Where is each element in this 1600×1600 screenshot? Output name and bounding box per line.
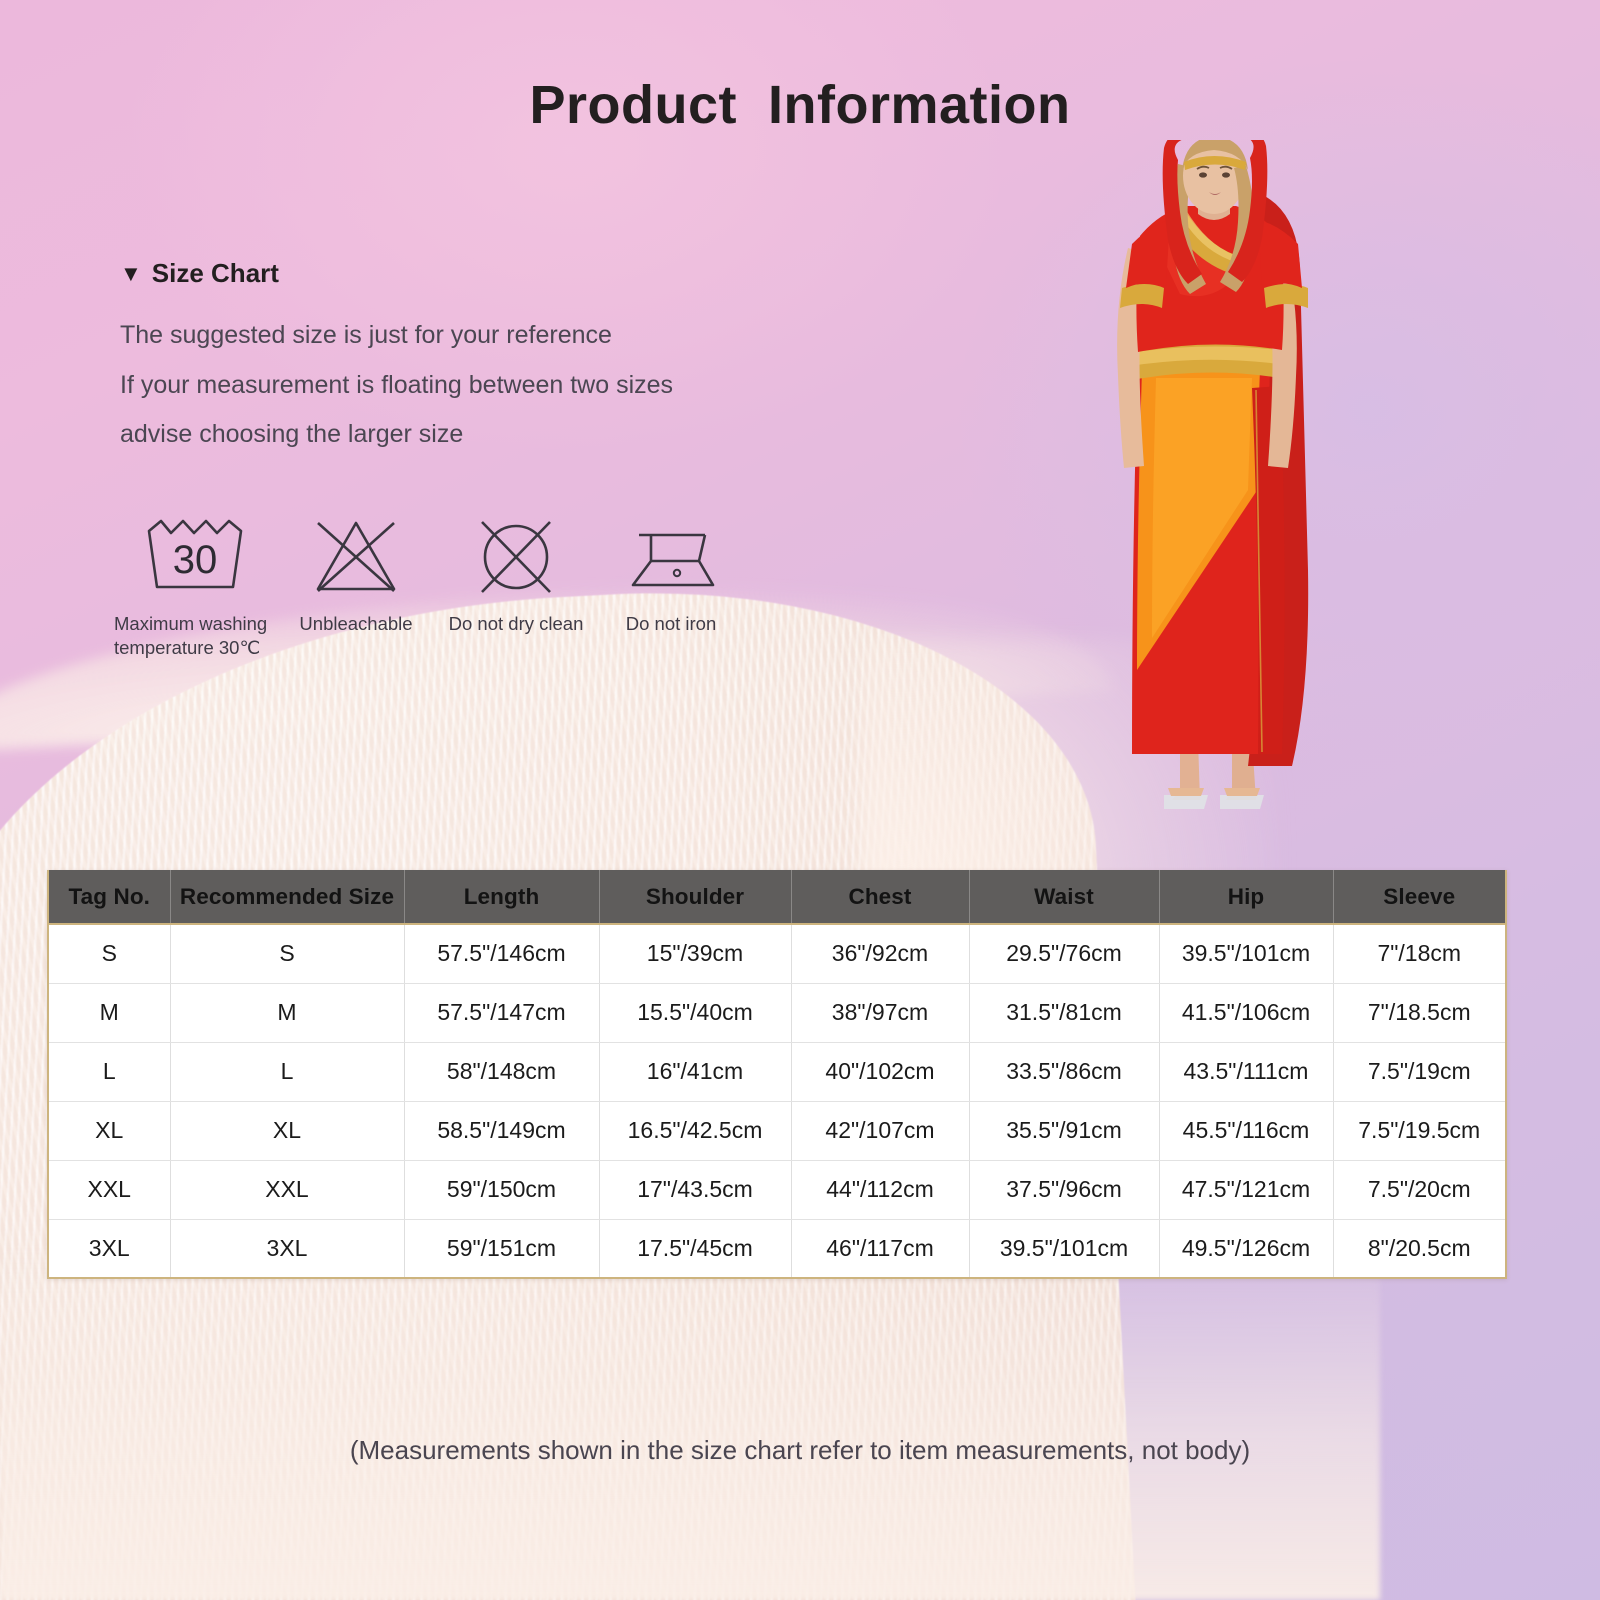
table-row: L L 58"/148cm 16"/41cm 40"/102cm 33.5"/8… xyxy=(48,1042,1506,1102)
cell-chest: 44"/112cm xyxy=(791,1160,970,1220)
table-row: S S 57.5"/146cm 15"/39cm 36"/92cm 29.5"/… xyxy=(48,924,1506,984)
wash-tub-30-icon: 30 xyxy=(139,516,255,598)
cell-shoulder: 17.5"/45cm xyxy=(599,1219,792,1278)
cell-rec-size: L xyxy=(170,1042,405,1102)
cell-hip: 47.5"/121cm xyxy=(1159,1160,1334,1220)
care-symbol-bleach: Unbleachable xyxy=(276,516,436,636)
cell-chest: 36"/92cm xyxy=(791,924,970,984)
cell-hip: 45.5"/116cm xyxy=(1159,1101,1334,1161)
cell-length: 59"/151cm xyxy=(404,1219,600,1278)
care-symbol-dryclean: Do not dry clean xyxy=(436,516,596,636)
cell-waist: 29.5"/76cm xyxy=(969,924,1160,984)
care-symbol-wash-label: Maximum washing temperature 30℃ xyxy=(114,613,268,658)
cell-sleeve: 7"/18cm xyxy=(1333,924,1506,984)
table-header-recommended-size: Recommended Size xyxy=(170,870,405,924)
cell-tag-no: S xyxy=(48,924,171,984)
table-row: XXL XXL 59"/150cm 17"/43.5cm 44"/112cm 3… xyxy=(48,1160,1506,1220)
cell-waist: 35.5"/91cm xyxy=(969,1101,1160,1161)
cell-shoulder: 15"/39cm xyxy=(599,924,792,984)
cell-sleeve: 7.5"/20cm xyxy=(1333,1160,1506,1220)
cell-shoulder: 15.5"/40cm xyxy=(599,983,792,1043)
cell-hip: 41.5"/106cm xyxy=(1159,983,1334,1043)
product-information-page: Product Information ▼ Size Chart The sug… xyxy=(0,0,1600,1600)
table-row: 3XL 3XL 59"/151cm 17.5"/45cm 46"/117cm 3… xyxy=(48,1219,1506,1278)
product-model-photo xyxy=(1060,131,1410,820)
table-header-hip: Hip xyxy=(1159,870,1334,924)
care-symbol-iron: Do not iron xyxy=(596,516,746,636)
cell-rec-size: M xyxy=(170,983,405,1043)
cell-sleeve: 7"/18.5cm xyxy=(1333,983,1506,1043)
table-header-row: Tag No. Recommended Size Length Shoulder… xyxy=(48,870,1506,924)
cell-hip: 39.5"/101cm xyxy=(1159,924,1334,984)
cell-shoulder: 16.5"/42.5cm xyxy=(599,1101,792,1161)
cell-rec-size: S xyxy=(170,924,405,984)
size-chart-heading: ▼ Size Chart xyxy=(120,258,673,289)
no-dry-clean-icon xyxy=(470,516,562,598)
cell-length: 57.5"/146cm xyxy=(404,924,600,984)
size-chart-section: ▼ Size Chart The suggested size is just … xyxy=(120,258,673,460)
table-header-waist: Waist xyxy=(969,870,1160,924)
cell-sleeve: 7.5"/19.5cm xyxy=(1333,1101,1506,1161)
cell-hip: 49.5"/126cm xyxy=(1159,1219,1334,1278)
cell-waist: 31.5"/81cm xyxy=(969,983,1160,1043)
cell-rec-size: 3XL xyxy=(170,1219,405,1278)
care-symbol-dryclean-label: Do not dry clean xyxy=(448,613,584,634)
table-header-sleeve: Sleeve xyxy=(1333,870,1506,924)
cell-chest: 38"/97cm xyxy=(791,983,970,1043)
measurements-footnote: (Measurements shown in the size chart re… xyxy=(349,1435,1251,1465)
triangle-down-icon: ▼ xyxy=(120,260,142,286)
table-header-tag-no: Tag No. xyxy=(48,870,171,924)
cell-waist: 37.5"/96cm xyxy=(969,1160,1160,1220)
cell-tag-no: 3XL xyxy=(48,1219,171,1278)
cell-tag-no: L xyxy=(48,1042,171,1102)
cell-sleeve: 7.5"/19cm xyxy=(1333,1042,1506,1102)
cell-length: 58"/148cm xyxy=(404,1042,600,1102)
cell-tag-no: XXL xyxy=(48,1160,171,1220)
cell-length: 58.5"/149cm xyxy=(404,1101,600,1161)
fur-rug-bottom-haze xyxy=(0,1240,1380,1600)
cell-chest: 42"/107cm xyxy=(791,1101,970,1161)
cell-chest: 40"/102cm xyxy=(791,1042,970,1102)
no-bleach-icon xyxy=(308,516,404,598)
table-row: M M 57.5"/147cm 15.5"/40cm 38"/97cm 31.5… xyxy=(48,983,1506,1043)
care-symbol-iron-label: Do not iron xyxy=(625,613,717,634)
size-chart-note-2: If your measurement is floating between … xyxy=(120,370,674,399)
svg-text:30: 30 xyxy=(173,538,218,582)
cell-rec-size: XXL xyxy=(170,1160,405,1220)
cell-waist: 39.5"/101cm xyxy=(969,1219,1160,1278)
size-chart-table: Tag No. Recommended Size Length Shoulder… xyxy=(47,870,1507,1279)
care-symbol-wash: 30 Maximum washing temperature 30℃ xyxy=(114,516,276,659)
size-chart-note-3: advise choosing the larger size xyxy=(120,420,464,448)
table-header-chest: Chest xyxy=(791,870,970,924)
size-chart-notes: The suggested size is just for your refe… xyxy=(120,311,673,460)
care-symbols-row: 30 Maximum washing temperature 30℃ Unble… xyxy=(114,516,746,659)
cell-waist: 33.5"/86cm xyxy=(969,1042,1160,1102)
care-symbol-bleach-label: Unbleachable xyxy=(299,613,413,634)
size-chart-heading-label: Size Chart xyxy=(151,258,279,288)
cell-length: 57.5"/147cm xyxy=(404,983,600,1043)
cell-chest: 46"/117cm xyxy=(791,1219,970,1278)
no-iron-icon xyxy=(621,516,721,598)
table-header-length: Length xyxy=(404,870,600,924)
cell-length: 59"/150cm xyxy=(404,1160,600,1220)
cell-shoulder: 16"/41cm xyxy=(599,1042,792,1102)
cell-rec-size: XL xyxy=(170,1101,405,1161)
cell-hip: 43.5"/111cm xyxy=(1159,1042,1334,1102)
cell-tag-no: XL xyxy=(48,1101,171,1161)
table-row: XL XL 58.5"/149cm 16.5"/42.5cm 42"/107cm… xyxy=(48,1101,1506,1161)
cell-tag-no: M xyxy=(48,983,171,1043)
cell-shoulder: 17"/43.5cm xyxy=(599,1160,792,1220)
cell-sleeve: 8"/20.5cm xyxy=(1333,1219,1506,1278)
size-chart-note-1: The suggested size is just for your refe… xyxy=(120,321,612,349)
page-title: Product Information xyxy=(529,75,1071,135)
table-header-shoulder: Shoulder xyxy=(599,870,792,924)
